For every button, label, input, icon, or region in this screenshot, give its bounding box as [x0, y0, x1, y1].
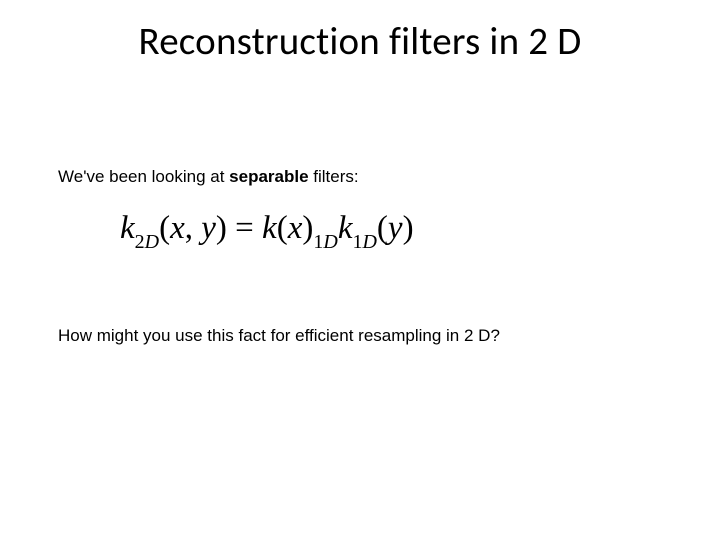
eq-lhs-subD: D	[145, 231, 159, 253]
eq-arg-x: x	[170, 210, 185, 246]
eq-comma: ,	[185, 210, 193, 246]
eq-lhs-sub2: 2	[135, 231, 145, 253]
slide-title: Reconstruction filters in 2 D	[0, 18, 720, 65]
eq-r1-open: (	[277, 210, 288, 246]
intro-line-bold: separable	[229, 167, 308, 186]
eq-paren-open-1: (	[159, 210, 170, 246]
intro-line-suffix: filters:	[309, 167, 359, 186]
eq-lhs-k: k	[120, 210, 135, 246]
eq-arg-y: y	[201, 210, 216, 246]
equation: k2D(x, y) = k(x)1Dk1D(y)	[120, 210, 414, 252]
eq-r1-k: k	[262, 210, 277, 246]
intro-line: We've been looking at separable filters:	[58, 167, 359, 187]
intro-line-prefix: We've been looking at	[58, 167, 229, 186]
eq-r2-open: (	[377, 210, 388, 246]
eq-r1-subD: D	[323, 231, 337, 253]
eq-r2-sub1: 1	[352, 231, 362, 253]
question-line: How might you use this fact for efficien…	[58, 326, 500, 346]
eq-r2-subD: D	[362, 231, 376, 253]
eq-r2-y: y	[388, 210, 403, 246]
eq-paren-close-1: )	[216, 210, 227, 246]
eq-r2-k: k	[338, 210, 353, 246]
eq-r1-sub1: 1	[313, 231, 323, 253]
eq-r1-x: x	[288, 210, 303, 246]
slide: Reconstruction filters in 2 D We've been…	[0, 0, 720, 540]
eq-equals: =	[227, 210, 262, 246]
eq-r2-close: )	[403, 210, 414, 246]
eq-r1-close: )	[302, 210, 313, 246]
